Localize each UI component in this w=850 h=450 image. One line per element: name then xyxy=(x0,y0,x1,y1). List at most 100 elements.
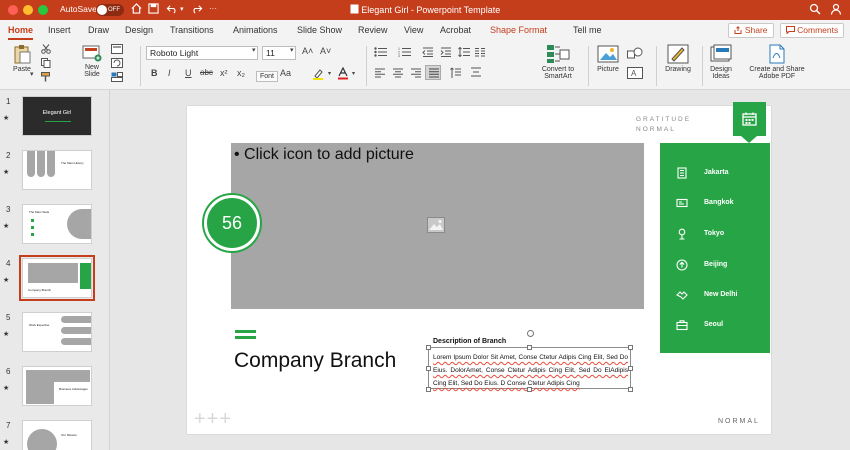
font-tooltip: Font xyxy=(256,71,279,82)
section-icon[interactable] xyxy=(111,72,123,82)
paste-dropdown-icon[interactable]: ▾ xyxy=(30,70,34,78)
tab-shape-format[interactable]: Shape Format xyxy=(490,25,547,35)
highlight-icon[interactable] xyxy=(312,68,326,80)
city-name: Seoul xyxy=(704,321,724,328)
slide-thumbnail-3[interactable]: The Main Stats xyxy=(22,204,92,244)
align-right-icon[interactable] xyxy=(410,68,422,78)
design-ideas-icon xyxy=(710,44,732,62)
thumbnail-divider xyxy=(45,121,71,122)
building-icon xyxy=(677,167,687,179)
thumbnail-shape xyxy=(67,209,91,239)
drawing-button[interactable]: Drawing xyxy=(660,44,696,73)
tab-draw[interactable]: Draw xyxy=(88,25,109,35)
description-text[interactable]: Lorem Ipsum Dolor Sit Amet, Conse Ctetur… xyxy=(433,351,628,390)
slide-thumbnail-7[interactable]: Our Mission xyxy=(22,420,92,450)
shrink-font-button[interactable]: A˅ xyxy=(320,46,331,56)
thumbnail-dot xyxy=(31,233,34,236)
font-name-select[interactable]: Roboto Light xyxy=(146,46,258,60)
design-ideas-button[interactable]: Design Ideas xyxy=(705,44,737,80)
resize-handle[interactable] xyxy=(527,387,532,392)
text-direction-icon[interactable] xyxy=(450,67,462,79)
font-color-dropdown-icon[interactable]: ▾ xyxy=(352,70,355,77)
comments-button[interactable]: Comments xyxy=(780,23,844,38)
subscript-button[interactable]: x₂ xyxy=(237,68,245,78)
highlight-dropdown-icon[interactable]: ▾ xyxy=(328,70,331,77)
resize-handle[interactable] xyxy=(628,387,633,392)
thumbnail-number: 3 xyxy=(6,205,11,214)
superscript-button[interactable]: x² xyxy=(220,68,228,78)
resize-handle[interactable] xyxy=(426,366,431,371)
thumbnail-shape xyxy=(61,338,91,345)
company-branch-title[interactable]: Company Branch xyxy=(234,349,396,373)
slide-thumbnail-2[interactable]: The Main History xyxy=(22,150,92,190)
strikethrough-button[interactable]: abc xyxy=(200,68,213,77)
line-spacing-icon[interactable] xyxy=(458,47,470,57)
numbering-icon[interactable]: 123 xyxy=(398,47,412,57)
copy-icon[interactable] xyxy=(41,58,51,68)
tab-acrobat[interactable]: Acrobat xyxy=(440,25,471,35)
tab-view[interactable]: View xyxy=(404,25,423,35)
font-color-icon[interactable] xyxy=(337,67,349,80)
decrease-indent-icon[interactable] xyxy=(422,47,434,57)
thumbnail-title: Work Expertise xyxy=(29,323,50,327)
grow-font-button[interactable]: A˄ xyxy=(302,46,313,56)
convert-smartart-button[interactable]: Convert to SmartArt xyxy=(534,44,582,80)
thumbnail-title: The Main History xyxy=(61,161,84,165)
justify-button[interactable] xyxy=(425,65,441,80)
insert-picture-icon[interactable] xyxy=(427,217,445,233)
align-text-icon[interactable] xyxy=(470,67,482,79)
tab-animations[interactable]: Animations xyxy=(233,25,278,35)
align-center-icon[interactable] xyxy=(392,68,404,78)
tab-design[interactable]: Design xyxy=(125,25,153,35)
description-title[interactable]: Description of Branch xyxy=(433,338,506,345)
paste-button[interactable]: Paste xyxy=(8,44,36,73)
bullets-icon[interactable] xyxy=(374,47,388,57)
increase-indent-icon[interactable] xyxy=(440,47,452,57)
tab-slide-show[interactable]: Slide Show xyxy=(297,25,342,35)
search-icon[interactable] xyxy=(809,3,821,15)
layout-icon[interactable] xyxy=(111,44,123,54)
bold-button[interactable]: B xyxy=(151,68,158,78)
tab-home[interactable]: Home xyxy=(8,25,34,40)
tab-insert[interactable]: Insert xyxy=(48,25,71,35)
columns-icon[interactable] xyxy=(474,47,486,57)
rotate-handle[interactable] xyxy=(527,330,534,337)
new-slide-button[interactable]: New Slide xyxy=(78,44,106,78)
cut-icon[interactable] xyxy=(41,44,51,54)
italic-button[interactable]: I xyxy=(168,68,171,78)
thumbnail-shape xyxy=(37,151,45,177)
resize-handle[interactable] xyxy=(527,345,532,350)
shapes-icon[interactable] xyxy=(627,47,643,59)
thumbnail-number: 1 xyxy=(6,97,11,106)
tell-me-search[interactable]: Tell me xyxy=(573,25,602,35)
slide-thumbnail-1[interactable]: Elegant Girl xyxy=(22,96,92,136)
user-icon[interactable] xyxy=(830,3,842,15)
convert-smartart-label: Convert to SmartArt xyxy=(541,66,575,80)
font-name-dropdown-icon[interactable]: ▾ xyxy=(252,46,256,54)
reset-slide-icon[interactable] xyxy=(111,58,123,68)
align-left-icon[interactable] xyxy=(374,68,386,78)
pdf-icon xyxy=(769,44,785,64)
resize-handle[interactable] xyxy=(628,366,633,371)
picture-label: Picture xyxy=(597,66,619,73)
resize-handle[interactable] xyxy=(628,345,633,350)
create-adobe-pdf-button[interactable]: Create and Share Adobe PDF xyxy=(744,44,810,80)
resize-handle[interactable] xyxy=(426,387,431,392)
footer-label: NORMAL xyxy=(718,418,760,425)
slide-thumbnail-5[interactable]: Work Expertise xyxy=(22,312,92,352)
picture-button[interactable]: Picture xyxy=(592,44,624,73)
format-painter-icon[interactable] xyxy=(41,72,51,82)
resize-handle[interactable] xyxy=(426,345,431,350)
star-icon: ★ xyxy=(3,385,10,392)
slide-thumbnail-4[interactable]: Company Branch xyxy=(19,255,95,301)
share-button[interactable]: Share xyxy=(728,23,774,38)
tab-transitions[interactable]: Transitions xyxy=(170,25,214,35)
comment-icon xyxy=(785,26,795,35)
change-case-button[interactable]: Aa xyxy=(280,68,291,78)
font-size-dropdown-icon[interactable]: ▾ xyxy=(290,46,294,54)
tab-review[interactable]: Review xyxy=(358,25,388,35)
underline-button[interactable]: U xyxy=(185,68,192,78)
comments-label: Comments xyxy=(797,25,839,35)
text-box-icon[interactable]: A xyxy=(627,67,643,79)
slide-thumbnail-6[interactable]: Business Advantages xyxy=(22,366,92,406)
